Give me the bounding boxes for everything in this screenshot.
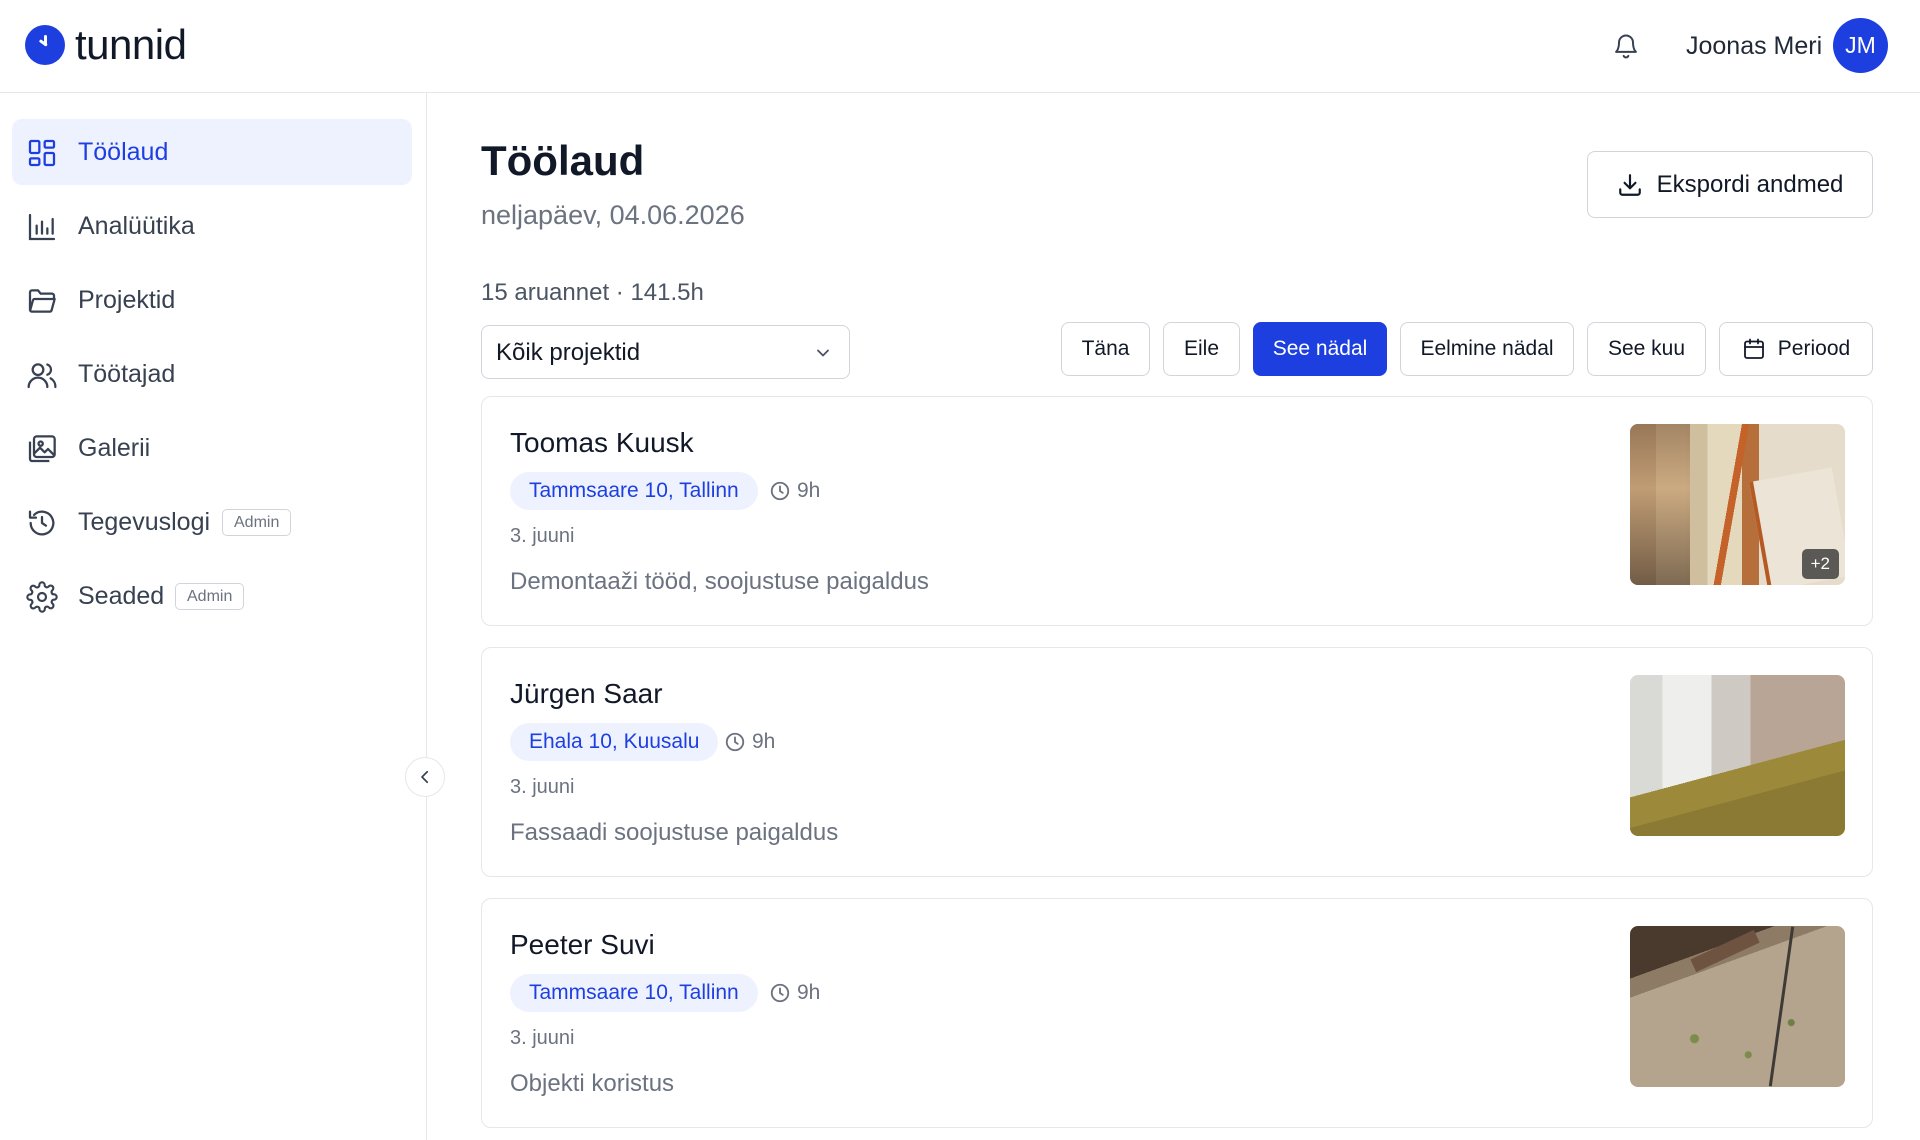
- calendar-icon: [1743, 338, 1764, 359]
- sidebar-item-seaded[interactable]: Seaded Admin: [12, 563, 412, 629]
- hours-value: 9h: [797, 981, 821, 1004]
- admin-badge: Admin: [175, 583, 245, 610]
- filter-last-week-button[interactable]: Eelmine nädal: [1400, 322, 1574, 376]
- clock-icon: [770, 983, 790, 1003]
- folder-icon: [28, 289, 56, 313]
- reports-summary: 15 aruannet · 141.5h: [481, 279, 704, 306]
- sidebar-item-label: Analüütika: [78, 212, 195, 240]
- chevron-down-icon: [817, 349, 829, 357]
- sidebar-item-label: Töötajad: [78, 360, 176, 388]
- employee-name: Toomas Kuusk: [510, 427, 694, 458]
- export-data-button[interactable]: Ekspordi andmed: [1587, 151, 1873, 218]
- report-card[interactable]: Toomas Kuusk Tammsaare 10, Tallinn 9h 3.…: [481, 396, 1873, 626]
- clock-icon: [725, 732, 745, 752]
- report-description: Objekti koristus: [510, 1070, 675, 1097]
- collapse-sidebar-button[interactable]: [405, 757, 445, 797]
- sidebar-item-tootajad[interactable]: Töötajad: [12, 341, 412, 407]
- employee-name: Peeter Suvi: [510, 929, 655, 960]
- location-chip[interactable]: Tammsaare 10, Tallinn: [510, 974, 758, 1012]
- employee-name: Jürgen Saar: [510, 678, 663, 709]
- app-logo[interactable]: tunnid: [25, 21, 187, 68]
- report-description: Fassaadi soojustuse paigaldus: [510, 819, 839, 846]
- history-icon: [28, 510, 55, 536]
- report-photo-thumbnail[interactable]: [1630, 675, 1845, 836]
- sidebar-item-toolaud[interactable]: Töölaud: [12, 119, 412, 185]
- filter-label: Eile: [1183, 337, 1220, 360]
- filter-period-button[interactable]: Periood: [1719, 322, 1873, 376]
- current-date: neljapäev, 04.06.2026: [481, 200, 745, 230]
- bar-chart-icon: [28, 213, 56, 241]
- users-icon: [27, 363, 57, 389]
- report-date: 3. juuni: [510, 776, 575, 798]
- report-date: 3. juuni: [510, 1027, 575, 1049]
- sidebar-item-label: Seaded: [78, 582, 165, 610]
- dashboard-icon: [28, 139, 56, 167]
- location-chip[interactable]: Ehala 10, Kuusalu: [510, 723, 719, 761]
- hours-value: 9h: [752, 730, 776, 753]
- filter-label: Täna: [1081, 337, 1130, 360]
- filter-today-button[interactable]: Täna: [1061, 322, 1150, 376]
- location-chip[interactable]: Tammsaare 10, Tallinn: [510, 472, 758, 510]
- download-icon: [1618, 173, 1641, 196]
- filter-this-month-button[interactable]: See kuu: [1587, 322, 1706, 376]
- sidebar-item-tegevuslogi[interactable]: Tegevuslogi Admin: [12, 489, 412, 555]
- filter-this-week-button[interactable]: See nädal: [1253, 322, 1387, 376]
- clock-icon: [770, 481, 790, 501]
- sidebar-item-label: Tegevuslogi: [78, 508, 211, 536]
- hours-worked: 9h: [769, 472, 820, 510]
- gear-icon: [26, 581, 58, 613]
- filter-label: Eelmine nädal: [1420, 337, 1554, 360]
- admin-badge: Admin: [222, 509, 292, 536]
- project-filter-value: Kõik projektid: [496, 339, 641, 366]
- clock-logo-icon: [25, 25, 65, 65]
- sidebar-item-projektid[interactable]: Projektid: [12, 267, 412, 333]
- gallery-icon: [28, 435, 56, 463]
- hours-worked: 9h: [724, 723, 775, 761]
- chevron-left-icon: [421, 770, 429, 784]
- extra-photos-count: +2: [1801, 549, 1839, 579]
- avatar[interactable]: JM: [1833, 18, 1888, 73]
- report-card[interactable]: Jürgen Saar Ehala 10, Kuusalu 9h 3. juun…: [481, 647, 1873, 877]
- notification-bell-icon[interactable]: [1612, 31, 1640, 61]
- filter-label: Periood: [1777, 337, 1851, 360]
- report-photo-thumbnail[interactable]: +2: [1630, 424, 1845, 585]
- project-filter-select[interactable]: Kõik projektid: [481, 325, 850, 379]
- filter-label: See kuu: [1607, 337, 1686, 360]
- sidebar-item-analuutika[interactable]: Analüütika: [12, 193, 412, 259]
- sidebar-item-label: Projektid: [78, 286, 176, 314]
- user-name[interactable]: Joonas Meri: [1686, 30, 1822, 62]
- report-card[interactable]: Peeter Suvi Tammsaare 10, Tallinn 9h 3. …: [481, 898, 1873, 1128]
- sidebar-item-label: Töölaud: [78, 138, 169, 166]
- report-description: Demontaaži tööd, soojustuse paigaldus: [510, 568, 929, 595]
- hours-worked: 9h: [769, 974, 820, 1012]
- sidebar-item-galerii[interactable]: Galerii: [12, 415, 412, 481]
- filter-label: See nädal: [1272, 337, 1368, 360]
- app-name: tunnid: [75, 21, 187, 68]
- report-photo-thumbnail[interactable]: [1630, 926, 1845, 1087]
- top-bar: tunnid Joonas Meri JM: [0, 0, 1920, 93]
- filter-yesterday-button[interactable]: Eile: [1163, 322, 1240, 376]
- sidebar-item-label: Galerii: [78, 434, 151, 462]
- page-title: Töölaud: [481, 137, 645, 184]
- sidebar: Töölaud Analüütika Projektid Töötajad Ga…: [0, 93, 445, 1140]
- report-date: 3. juuni: [510, 525, 575, 547]
- hours-value: 9h: [797, 479, 821, 502]
- export-label: Ekspordi andmed: [1656, 170, 1844, 198]
